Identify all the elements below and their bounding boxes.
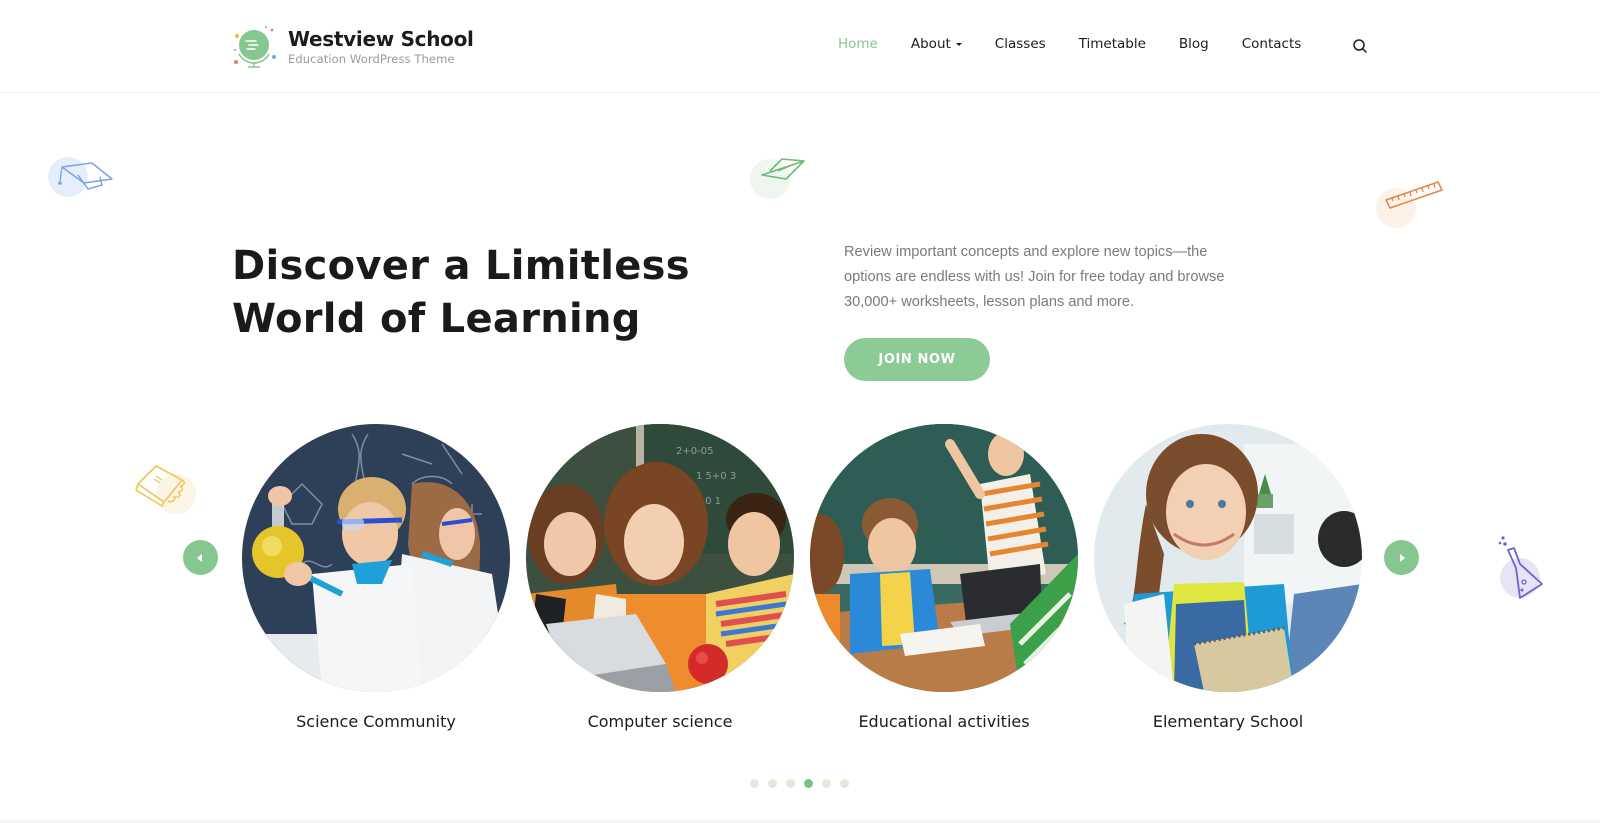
- card-image-educational-activities[interactable]: [810, 424, 1078, 692]
- carousel-next-button[interactable]: [1384, 540, 1419, 575]
- card-image-elementary-school[interactable]: [1094, 424, 1362, 692]
- search-button[interactable]: [1352, 38, 1368, 54]
- pagination-dot-1[interactable]: [750, 779, 759, 788]
- graduation-cap-icon: [48, 155, 116, 205]
- main-nav: Home About Classes Timetable Blog Contac…: [838, 36, 1334, 52]
- pagination-dot-4[interactable]: [804, 779, 813, 788]
- site-header: Westview School Education WordPress Them…: [0, 0, 1600, 93]
- site-title: Westview School: [288, 27, 474, 51]
- pagination-dot-2[interactable]: [768, 779, 777, 788]
- nav-timetable-label: Timetable: [1078, 36, 1146, 52]
- nav-blog[interactable]: Blog: [1179, 36, 1209, 52]
- paper-plane-icon: [748, 155, 806, 205]
- card-label[interactable]: Computer science: [526, 712, 794, 731]
- pagination-dot-3[interactable]: [786, 779, 795, 788]
- card-image-computer-science[interactable]: 2+0-051 5+0 32 5 0 1: [526, 424, 794, 692]
- nav-home[interactable]: Home: [838, 36, 878, 52]
- carousel-prev-button[interactable]: [183, 540, 218, 575]
- hero-description: Review important concepts and explore ne…: [844, 244, 1225, 310]
- pagination-dot-6[interactable]: [840, 779, 849, 788]
- carousel-pagination: [750, 779, 858, 788]
- chevron-left-icon: [197, 553, 202, 562]
- nav-about-label: About: [910, 36, 951, 52]
- nav-timetable[interactable]: Timetable: [1079, 36, 1146, 52]
- hero-title-line2: World of Learning: [232, 296, 641, 342]
- carousel-card: 2+0-051 5+0 32 5 0 1 Computer scienc: [526, 424, 794, 731]
- nav-classes-label: Classes: [994, 36, 1046, 52]
- flask-icon: [1494, 534, 1556, 608]
- card-label[interactable]: Elementary School: [1094, 712, 1362, 731]
- nav-blog-label: Blog: [1178, 36, 1209, 52]
- hero-title-line1: Discover a Limitless: [232, 243, 690, 289]
- search-icon: [1353, 39, 1367, 53]
- caret-down-icon: [955, 43, 962, 46]
- card-label[interactable]: Educational activities: [810, 712, 1078, 731]
- card-label[interactable]: Science Community: [242, 712, 510, 731]
- nav-about[interactable]: About: [911, 36, 962, 52]
- hero-title: Discover a Limitless World of Learning: [232, 240, 690, 346]
- pagination-dot-5[interactable]: [822, 779, 831, 788]
- globe-logo-icon: [232, 24, 278, 70]
- nav-contacts[interactable]: Contacts: [1242, 36, 1302, 52]
- svg-text:1 5+0 3: 1 5+0 3: [696, 471, 736, 482]
- site-tagline: Education WordPress Theme: [288, 52, 455, 66]
- logo[interactable]: Westview School Education WordPress Them…: [232, 24, 474, 70]
- join-now-button[interactable]: JOIN NOW: [844, 338, 990, 381]
- notebook-icon: [132, 462, 196, 522]
- svg-text:2+0-05: 2+0-05: [676, 446, 713, 457]
- carousel-card: Science Community: [242, 424, 510, 731]
- chevron-right-icon: [1400, 553, 1405, 562]
- card-image-science[interactable]: [242, 424, 510, 692]
- nav-classes[interactable]: Classes: [995, 36, 1046, 52]
- carousel-card: Elementary School: [1094, 424, 1362, 731]
- carousel-card: Educational activities: [810, 424, 1078, 731]
- nav-contacts-label: Contacts: [1241, 36, 1302, 52]
- nav-home-label: Home: [838, 36, 878, 52]
- ruler-icon: [1374, 178, 1446, 236]
